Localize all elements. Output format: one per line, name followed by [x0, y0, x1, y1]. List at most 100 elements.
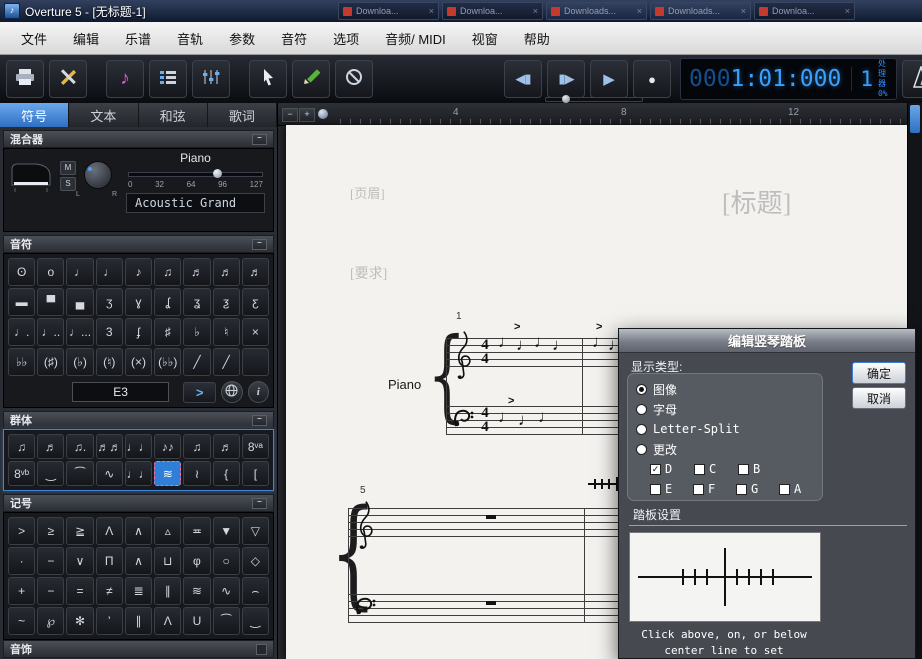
checkbox-option[interactable]: E — [650, 482, 693, 496]
note-glyph[interactable]: ♩ — [518, 410, 535, 430]
select-tool-button[interactable] — [249, 60, 287, 98]
record-button[interactable]: ● — [633, 60, 671, 98]
mark-palette-cell[interactable]: ~ — [8, 607, 35, 635]
note-palette-cell[interactable]: ɣ — [125, 288, 152, 316]
mark-palette-cell[interactable]: Π — [96, 547, 123, 575]
checkbox-option[interactable]: B — [738, 462, 782, 476]
menu-item[interactable]: 音频/ MIDI — [372, 24, 459, 53]
mark-palette-cell[interactable]: ✻ — [66, 607, 93, 635]
tools-button[interactable] — [49, 60, 87, 98]
print-button[interactable] — [6, 60, 44, 98]
mark-palette-cell[interactable]: ∧ — [125, 547, 152, 575]
group-palette-cell[interactable]: ♫ — [8, 434, 35, 459]
note-palette-cell[interactable]: ♩... — [66, 318, 93, 346]
checkbox-icon[interactable] — [693, 484, 704, 495]
mark-palette-cell[interactable]: + — [8, 577, 35, 605]
menu-item[interactable]: 音符 — [268, 24, 320, 53]
note-palette-cell[interactable]: ♩. — [8, 318, 35, 346]
note-palette-cell[interactable]: ╱ — [183, 348, 210, 376]
pencil-tool-button[interactable] — [292, 60, 330, 98]
group-palette-cell[interactable]: ∿ — [96, 461, 123, 486]
note-palette-cell[interactable]: ƹ — [242, 288, 269, 316]
patch-selector[interactable]: Acoustic Grand — [126, 193, 265, 213]
palette-tab[interactable]: 歌词 — [208, 103, 277, 127]
radio-option[interactable]: 更改 — [636, 439, 822, 459]
accent-mark[interactable]: > — [514, 321, 520, 333]
palette-tab[interactable]: 文本 — [69, 103, 138, 127]
note-palette-cell[interactable]: ♬ — [213, 258, 240, 286]
volume-slider-thumb[interactable] — [213, 169, 222, 178]
zoom-in-button[interactable]: + — [299, 108, 315, 122]
mark-palette-cell[interactable]: ≋ — [183, 577, 210, 605]
close-icon[interactable]: × — [429, 6, 434, 16]
group-palette-cell[interactable]: ♬ — [37, 434, 64, 459]
mark-palette-cell[interactable]: ∧ — [125, 517, 152, 545]
checkbox-option[interactable]: A — [779, 482, 822, 496]
shuttle-slider-thumb[interactable] — [562, 95, 570, 103]
info-button[interactable]: i — [248, 381, 269, 403]
radio-option[interactable]: Letter-Split — [636, 419, 822, 439]
globe-button[interactable] — [221, 381, 242, 403]
group-palette-cell[interactable]: [ — [242, 461, 269, 486]
group-palette-cell[interactable]: ♩♩ — [125, 434, 152, 459]
taskbar-tab[interactable]: Downloa...× — [338, 2, 439, 20]
note-palette-cell[interactable]: ♭♭ — [8, 348, 35, 376]
header-placeholder[interactable]: [页眉] — [350, 183, 385, 202]
note-palette-cell[interactable]: ʘ — [8, 258, 35, 286]
mark-palette-cell[interactable]: = — [66, 577, 93, 605]
group-palette-cell[interactable]: ♬ — [213, 434, 240, 459]
menu-item[interactable]: 音轨 — [164, 24, 216, 53]
note-glyph[interactable]: ♩ — [516, 335, 533, 355]
note-palette-cell[interactable]: ʄ — [125, 318, 152, 346]
mark-palette-cell[interactable]: ⁀ — [213, 607, 240, 635]
mark-palette-cell[interactable]: ∥ — [125, 607, 152, 635]
menu-item[interactable]: 帮助 — [511, 24, 563, 53]
note-palette-cell[interactable]: ♭ — [183, 318, 210, 346]
palette-tab[interactable]: 和弦 — [139, 103, 208, 127]
scrollbar-thumb[interactable] — [910, 105, 920, 133]
note-palette-cell[interactable]: ʒ — [96, 288, 123, 316]
note-palette-cell[interactable]: ♩ — [96, 258, 123, 286]
taskbar-tab[interactable]: Downloads...× — [546, 2, 647, 20]
mark-palette-cell[interactable]: > — [8, 517, 35, 545]
eraser-tool-button[interactable] — [335, 60, 373, 98]
close-icon[interactable]: × — [845, 6, 850, 16]
menu-item[interactable]: 文件 — [8, 24, 60, 53]
track-list-button[interactable] — [149, 60, 187, 98]
note-palette-cell[interactable]: ♩.. — [37, 318, 64, 346]
step-forward-button[interactable]: ▮▶ — [547, 60, 585, 98]
group-palette-cell[interactable]: (♩♩) — [125, 461, 152, 486]
expand-icon[interactable] — [256, 644, 267, 655]
pedal-tick[interactable] — [706, 569, 708, 585]
title-placeholder[interactable]: [标题] — [722, 183, 791, 220]
checkbox-icon[interactable] — [738, 464, 749, 475]
mark-palette-cell[interactable]: ‿ — [242, 607, 269, 635]
solo-button[interactable]: S — [60, 177, 76, 191]
note-palette-cell[interactable]: (♭♭) — [154, 348, 181, 376]
note-palette-cell[interactable]: × — [242, 318, 269, 346]
note-palette-cell[interactable]: ♬ — [183, 258, 210, 286]
menu-item[interactable]: 编辑 — [60, 24, 112, 53]
volume-slider[interactable] — [128, 172, 263, 177]
note-palette-cell[interactable]: ♯ — [154, 318, 181, 346]
note-palette-cell[interactable]: (♯) — [37, 348, 64, 376]
note-palette-cell[interactable]: (♮) — [96, 348, 123, 376]
mark-palette-cell[interactable]: U — [183, 607, 210, 635]
note-palette-cell[interactable]: ♫ — [154, 258, 181, 286]
pedal-diagram-panel[interactable] — [629, 532, 821, 622]
collapse-icon[interactable]: – — [252, 498, 267, 509]
checkbox-icon[interactable] — [650, 484, 661, 495]
group-palette-cell[interactable]: ♪♪ — [154, 434, 181, 459]
group-palette-cell[interactable]: ⁀ — [66, 461, 93, 486]
mark-palette-cell[interactable]: − — [37, 547, 64, 575]
mark-palette-cell[interactable]: Λ — [96, 517, 123, 545]
accent-mark[interactable]: > — [596, 321, 602, 333]
group-palette-cell[interactable]: { — [213, 461, 240, 486]
checkbox-icon[interactable] — [779, 484, 790, 495]
ok-button[interactable]: 确定 — [852, 362, 906, 384]
mark-palette-cell[interactable]: ∿ — [213, 577, 240, 605]
pedal-tick[interactable] — [736, 569, 738, 585]
radio-icon[interactable] — [636, 384, 647, 395]
taskbar-tab[interactable]: Downloads...× — [650, 2, 751, 20]
group-palette-cell[interactable]: 8ᵛᵇ — [8, 461, 35, 486]
